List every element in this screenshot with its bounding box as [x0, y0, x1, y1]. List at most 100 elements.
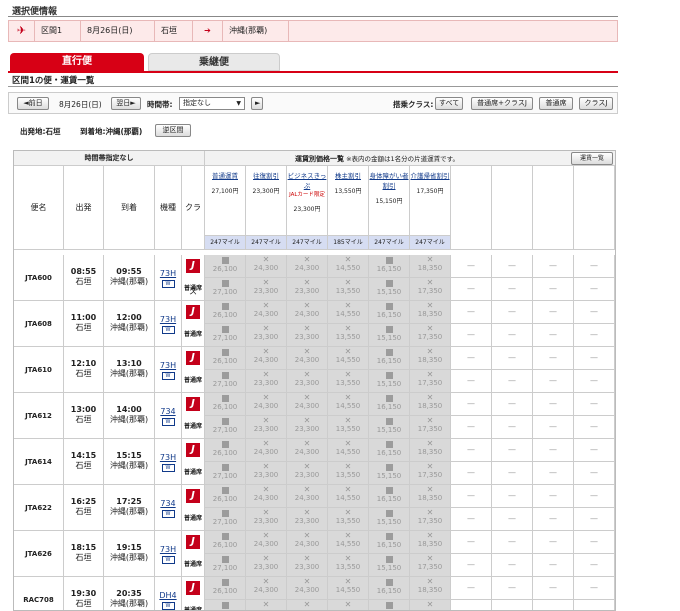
close-icon: ✕ [426, 393, 434, 402]
fare-list-button[interactable]: 運賃一覧 [571, 152, 613, 165]
dash: — [590, 468, 598, 477]
dash: — [590, 514, 598, 523]
unavailable-box-icon [221, 418, 229, 425]
fare-cell: 15,150 [369, 600, 410, 610]
fare-price: 26,100 [212, 541, 238, 549]
unavailable-box-icon [221, 533, 229, 540]
aircraft-type-link[interactable]: DH4 [155, 591, 181, 600]
empty-cell: — [574, 439, 615, 462]
arrival-city: 沖縄(那覇) [109, 323, 149, 332]
fare-cell: 15,150 [369, 278, 410, 301]
empty-cell: — [574, 531, 615, 554]
close-icon: ✕ [344, 393, 352, 402]
next-day-button[interactable]: 翌日► [111, 97, 141, 110]
close-icon: ✕ [426, 600, 434, 609]
empty-cell: — [492, 485, 533, 508]
col-header-flight: 便名 [14, 166, 64, 250]
fare-price: 18,350 [417, 356, 443, 364]
tab-direct[interactable]: 直行便 [10, 53, 144, 71]
fare-cell: ✕23,300 [287, 278, 328, 301]
unavailable-box-icon [385, 556, 393, 563]
wifi-icon: W [161, 418, 175, 426]
fare-cell: ✕17,350 [410, 462, 451, 485]
fare-cell: ✕13,550 [328, 324, 369, 347]
close-icon: ✕ [426, 416, 434, 425]
tab-connecting[interactable]: 乗継便 [148, 53, 280, 71]
empty-cell: — [533, 531, 574, 554]
fare-cell: ✕23,300 [246, 508, 287, 531]
empty-cell: — [533, 600, 574, 610]
aircraft-type-link[interactable]: 73H [155, 315, 181, 324]
fare-price: 23,300 [294, 563, 320, 571]
fare-type-name[interactable]: 普通運賃 [205, 170, 245, 180]
close-icon: ✕ [303, 462, 311, 471]
dash: — [549, 560, 557, 569]
fare-price: 24,300 [294, 540, 320, 548]
fare-type-name[interactable]: ビジネスきっぷ [287, 170, 327, 190]
unavailable-box-icon [221, 395, 229, 402]
class-all-button[interactable]: すべて [435, 97, 463, 110]
fare-cell: ✕ 14,550 [328, 485, 369, 508]
time-apply-button[interactable]: ► [251, 97, 263, 110]
close-icon: ✕ [426, 347, 434, 356]
empty-cell: — [492, 531, 533, 554]
dash: — [549, 468, 557, 477]
col-header-class: クラス [182, 166, 205, 296]
fare-price: 17,350 [417, 517, 443, 525]
departure-city: 石垣 [75, 599, 92, 608]
fare-cell: 16,150 [369, 577, 410, 600]
fare-type-name[interactable]: 身体障がい者割引 [369, 170, 409, 190]
fare-cell: ✕ 18,350 [410, 255, 451, 278]
fare-type-name[interactable]: 介護帰省割引 [410, 170, 450, 180]
empty-cell: — [574, 278, 615, 301]
jal-class-icon: J [186, 259, 200, 273]
class-cell: J 普通席 [182, 347, 205, 393]
aircraft-type-link[interactable]: 73H [155, 453, 181, 462]
aircraft-type-link[interactable]: 73H [155, 361, 181, 370]
fare-price: 24,300 [294, 356, 320, 364]
class-std-button[interactable]: 普通席 [539, 97, 573, 110]
unavailable-box-icon [221, 441, 229, 448]
close-icon: ✕ [303, 278, 311, 287]
aircraft-type-link[interactable]: 73H [155, 545, 181, 554]
fare-type-name[interactable]: 往復割引 [246, 170, 286, 180]
fare-cell: ✕ 24,300 [246, 301, 287, 324]
from-label: 石垣 [155, 21, 193, 41]
aircraft-type-link[interactable]: 734 [155, 407, 181, 416]
class-j-button[interactable]: クラスJ [579, 97, 613, 110]
time-select[interactable]: 指定なし ▼ [179, 97, 245, 110]
reverse-route-button[interactable]: 逆区間 [155, 124, 191, 137]
fare-price: 13,550 [335, 379, 361, 387]
dash: — [508, 307, 516, 316]
fare-cell: 26,100 [205, 301, 246, 324]
class-cell: J 普通席 [182, 301, 205, 347]
aircraft-type-link[interactable]: 73H [155, 269, 181, 278]
dash: — [508, 284, 516, 293]
fare-cell: ✕13,550 [328, 370, 369, 393]
fare-cell: ✕23,300 [287, 554, 328, 577]
unavailable-box-icon [385, 533, 393, 540]
section-title: 区間1の便・運賃一覧 [12, 76, 95, 86]
dash: — [508, 445, 516, 454]
fare-cell: 16,150 [369, 393, 410, 416]
fare-price: 17,350 [417, 563, 443, 571]
close-icon: ✕ [303, 324, 311, 333]
wifi-icon: W [161, 510, 175, 518]
fare-price: 26,100 [212, 495, 238, 503]
arrival-time: 13:10 [116, 359, 142, 368]
fare-price: 24,300 [294, 494, 320, 502]
class-cell: J 普通席 [182, 485, 205, 531]
fare-cell: ✕ 18,350 [410, 485, 451, 508]
arrival-city: 沖縄(那覇) [109, 507, 149, 516]
dash: — [508, 468, 516, 477]
empty-cell: — [451, 462, 492, 485]
prev-day-button[interactable]: ◄前日 [17, 97, 49, 110]
dash: — [508, 491, 516, 500]
aircraft-type-link[interactable]: 734 [155, 499, 181, 508]
jal-class-icon: J [186, 351, 200, 365]
class-std-j-button[interactable]: 普通席+クラスJ [471, 97, 533, 110]
fare-type-name[interactable]: 株主割引 [328, 170, 368, 180]
unavailable-box-icon [385, 280, 393, 287]
fare-cell: 26,100 [205, 347, 246, 370]
dash: — [590, 330, 598, 339]
